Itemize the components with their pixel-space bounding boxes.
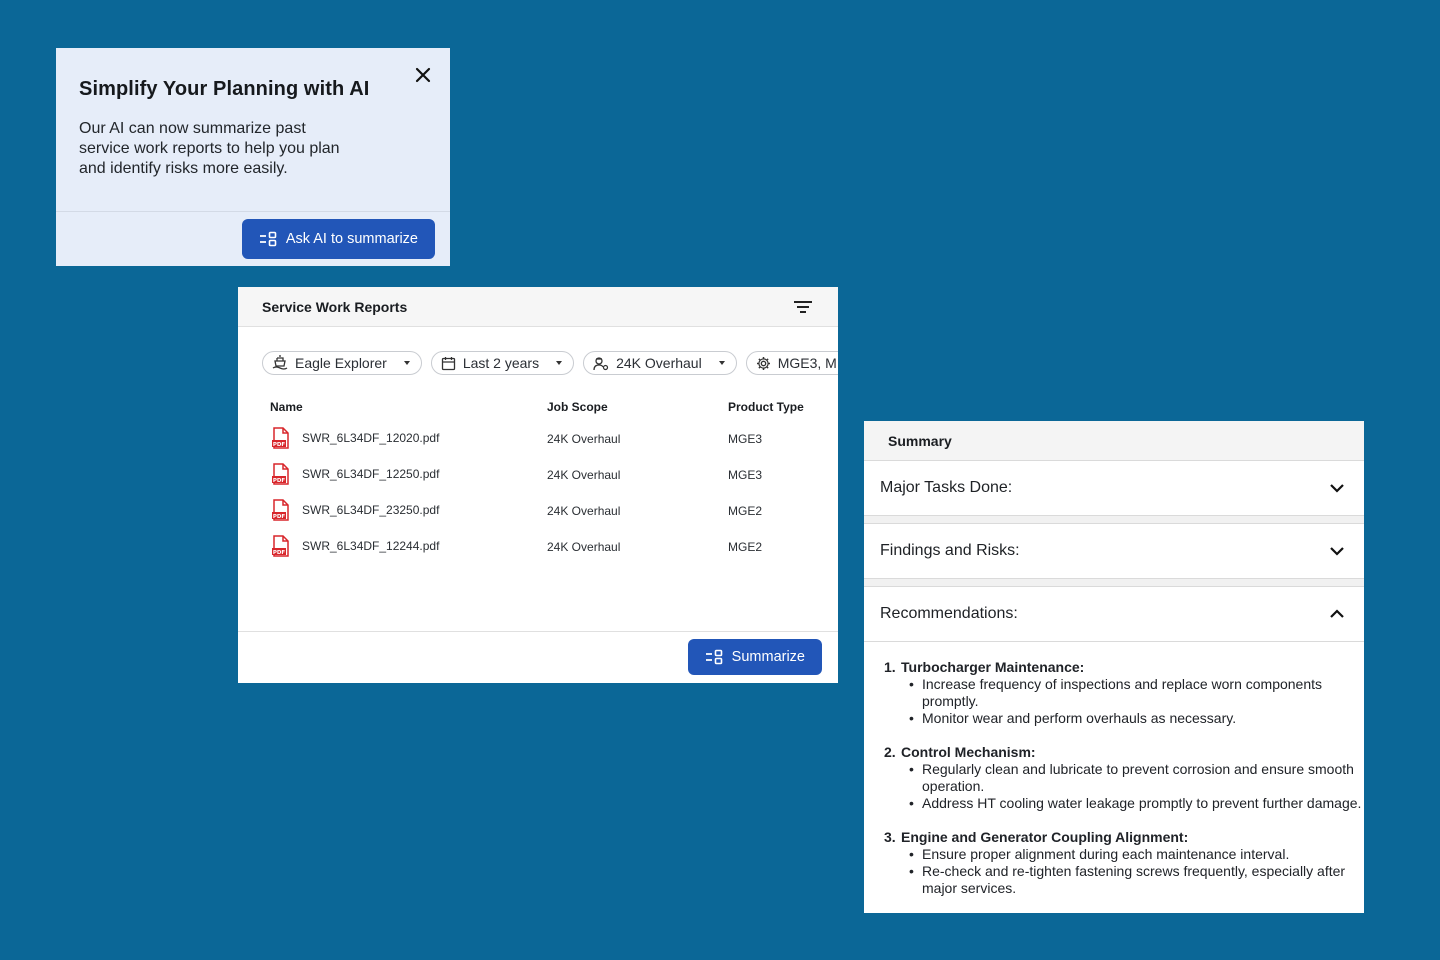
recommendation-bullet: Ensure proper alignment during each main… — [909, 846, 1364, 863]
product-type-cell: MGE2 — [728, 504, 763, 518]
vessel-filter-chip[interactable]: Eagle Explorer — [262, 351, 422, 375]
recommendation-title: Turbocharger Maintenance: — [901, 659, 1085, 675]
accordion-major-tasks[interactable]: Major Tasks Done: — [864, 461, 1364, 516]
job-scope-cell: 24K Overhaul — [547, 504, 621, 518]
recommendation-number: 2. — [884, 744, 896, 760]
reports-footer-divider — [238, 631, 838, 632]
ai-summarize-icon — [259, 231, 277, 247]
file-name: SWR_6L34DF_12244.pdf — [302, 539, 440, 553]
promo-divider — [56, 211, 450, 212]
accordion-label: Major Tasks Done: — [880, 479, 1013, 496]
caret-down-icon — [718, 361, 725, 365]
ask-ai-summarize-button[interactable]: Ask AI to summarize — [241, 219, 435, 259]
job-scope-cell: 24K Overhaul — [547, 432, 621, 446]
recommendations-content: 1. Turbocharger Maintenance: Increase fre… — [864, 642, 1364, 897]
accordion-separator — [864, 516, 1364, 524]
pdf-file-icon: PDF — [272, 535, 289, 557]
recommendation-title-row: 3. Engine and Generator Coupling Alignmen… — [884, 829, 1364, 846]
recommendation-bullet: Address HT cooling water leakage promptl… — [909, 795, 1364, 812]
recommendation-title-row: 1. Turbocharger Maintenance: — [884, 659, 1364, 676]
product-type-filter-chip[interactable]: MGE3, M — [745, 351, 838, 375]
gear-icon — [756, 356, 770, 370]
accordion-label: Recommendations: — [880, 605, 1018, 622]
filter-chips: Eagle Explorer Last 2 years 24K Overhaul — [262, 351, 838, 375]
table-row[interactable]: PDF SWR_6L34DF_12020.pdf 24K Overhaul MG… — [270, 427, 838, 463]
recommendation-bullet: Increase frequency of inspections and re… — [909, 676, 1364, 710]
table-row[interactable]: PDF SWR_6L34DF_12250.pdf 24K Overhaul MG… — [270, 463, 838, 499]
column-product-type: Product Type — [728, 400, 804, 414]
svg-text:PDF: PDF — [273, 514, 286, 520]
file-name: SWR_6L34DF_12250.pdf — [302, 467, 440, 481]
accordion-separator — [864, 579, 1364, 587]
recommendation-number: 3. — [884, 829, 896, 845]
job-scope-cell: 24K Overhaul — [547, 468, 621, 482]
product-type-cell: MGE2 — [728, 540, 763, 554]
pdf-file-icon: PDF — [272, 463, 289, 485]
file-name: SWR_6L34DF_12020.pdf — [302, 431, 440, 445]
column-name: Name — [270, 400, 303, 414]
accordion-recommendations[interactable]: Recommendations: — [864, 587, 1364, 642]
ai-summarize-icon — [705, 649, 722, 665]
close-icon[interactable] — [414, 66, 432, 84]
svg-text:PDF: PDF — [273, 550, 286, 556]
recommendation-title-row: 2. Control Mechanism: — [884, 744, 1364, 761]
filter-icon[interactable] — [794, 300, 812, 314]
recommendation-number: 1. — [884, 659, 896, 675]
accordion-findings-risks[interactable]: Findings and Risks: — [864, 524, 1364, 579]
recommendation-title: Control Mechanism: — [901, 744, 1036, 760]
ai-promo-card: Simplify Your Planning with AI Our AI ca… — [56, 48, 450, 266]
recommendation-item: 2. Control Mechanism: Regularly clean and… — [884, 744, 1364, 812]
column-job-scope: Job Scope — [547, 400, 608, 414]
product-type-filter-label: MGE3, M — [777, 355, 837, 371]
calendar-icon — [441, 356, 455, 370]
ask-ai-summarize-label: Ask AI to summarize — [285, 231, 418, 247]
file-name: SWR_6L34DF_23250.pdf — [302, 503, 440, 517]
summary-panel: Summary Major Tasks Done: Findings and R… — [864, 421, 1364, 913]
summarize-label: Summarize — [731, 649, 805, 665]
product-type-cell: MGE3 — [728, 468, 763, 482]
recommendation-item: 3. Engine and Generator Coupling Alignmen… — [884, 829, 1364, 897]
service-work-reports-panel: Service Work Reports Eagle Explorer Last… — [238, 287, 838, 683]
accordion-label: Findings and Risks: — [880, 542, 1020, 559]
summary-header: Summary — [864, 421, 1364, 461]
vessel-filter-label: Eagle Explorer — [295, 355, 387, 371]
reports-table-body: PDF SWR_6L34DF_12020.pdf 24K Overhaul MG… — [270, 427, 838, 571]
ship-icon — [272, 355, 288, 370]
chevron-down-icon — [1330, 484, 1344, 493]
product-type-cell: MGE3 — [728, 432, 763, 446]
recommendation-bullet: Re-check and re-tighten fastening screws… — [909, 863, 1364, 897]
recommendation-bullets: Ensure proper alignment during each main… — [884, 846, 1364, 897]
reports-header: Service Work Reports — [238, 287, 838, 327]
chevron-up-icon — [1330, 609, 1344, 618]
table-row[interactable]: PDF SWR_6L34DF_23250.pdf 24K Overhaul MG… — [270, 499, 838, 535]
date-filter-label: Last 2 years — [462, 355, 540, 371]
reports-title: Service Work Reports — [262, 298, 408, 315]
date-filter-chip[interactable]: Last 2 years — [430, 351, 575, 375]
pdf-file-icon: PDF — [272, 499, 289, 521]
worker-icon — [593, 356, 609, 370]
recommendation-title: Engine and Generator Coupling Alignment: — [901, 829, 1189, 845]
pdf-file-icon: PDF — [272, 427, 289, 449]
recommendation-item: 1. Turbocharger Maintenance: Increase fre… — [884, 659, 1364, 727]
recommendation-bullets: Regularly clean and lubricate to prevent… — [884, 761, 1364, 812]
job-scope-filter-label: 24K Overhaul — [616, 355, 702, 371]
caret-down-icon — [403, 361, 410, 365]
promo-title: Simplify Your Planning with AI — [79, 78, 370, 100]
promo-description: Our AI can now summarize past service wo… — [79, 120, 340, 177]
recommendation-bullet: Monitor wear and perform overhauls as ne… — [909, 710, 1364, 727]
caret-down-icon — [556, 361, 563, 365]
summary-title: Summary — [888, 432, 952, 449]
recommendation-bullets: Increase frequency of inspections and re… — [884, 676, 1364, 727]
recommendation-bullet: Regularly clean and lubricate to prevent… — [909, 761, 1364, 795]
job-scope-filter-chip[interactable]: 24K Overhaul — [583, 351, 737, 375]
job-scope-cell: 24K Overhaul — [547, 540, 621, 554]
svg-text:PDF: PDF — [273, 478, 286, 484]
summarize-button[interactable]: Summarize — [687, 639, 822, 675]
table-row[interactable]: PDF SWR_6L34DF_12244.pdf 24K Overhaul MG… — [270, 535, 838, 571]
chevron-down-icon — [1330, 547, 1344, 556]
svg-text:PDF: PDF — [273, 442, 286, 448]
